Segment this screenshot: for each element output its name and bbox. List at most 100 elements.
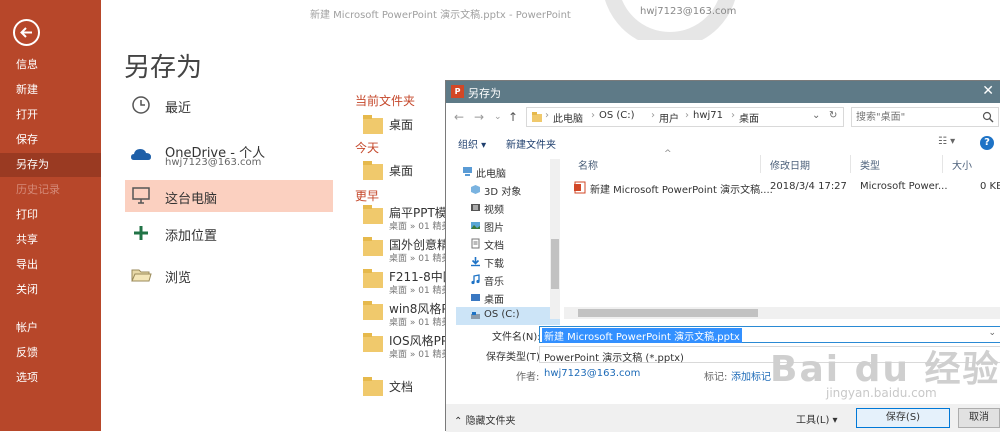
sidebar-item-close[interactable]: 关闭 (0, 278, 101, 302)
chevron-down-icon[interactable]: ⌄ (494, 112, 502, 122)
cloud-icon (131, 149, 151, 160)
dialog-title: 另存为 (468, 87, 501, 100)
window-title: 新建 Microsoft PowerPoint 演示文稿.pptx - Powe… (310, 10, 571, 21)
back-arrow-icon[interactable] (13, 19, 40, 46)
new-folder-button[interactable]: 新建文件夹 (506, 136, 556, 151)
pptx-file-icon (574, 181, 586, 194)
tags-value[interactable]: 添加标记 (731, 368, 771, 383)
sidebar-item-history: 历史记录 (16, 183, 60, 196)
close-icon[interactable]: ✕ (982, 83, 994, 99)
breadcrumb-item[interactable]: 此电脑 (553, 110, 583, 125)
breadcrumb-item[interactable]: OS (C:) (599, 110, 635, 121)
savetype-label: 保存类型(T): (486, 352, 544, 363)
clock-icon (132, 96, 150, 114)
address-bar[interactable]: › 此电脑 › OS (C:) › 用户 › hwj71 › 桌面 ⌄ ↻ (526, 107, 844, 127)
place-browse[interactable]: 浏览 (125, 259, 333, 291)
nav-item-videos[interactable]: 视频 (456, 199, 560, 217)
navigation-pane: 此电脑 3D 对象 视频 图片 文档 下载 音乐 桌面 OS (C:) (456, 159, 560, 325)
dialog-titlebar[interactable]: P 另存为 ✕ (446, 81, 1000, 103)
place-this-pc[interactable]: 这台电脑 (125, 180, 333, 212)
nav-item-music[interactable]: 音乐 (456, 271, 560, 289)
breadcrumb-item[interactable]: 用户 (659, 110, 679, 125)
nav-item-this-pc[interactable]: 此电脑 (456, 163, 560, 181)
sidebar-item-print[interactable]: 打印 (0, 203, 101, 227)
sidebar-item-info[interactable]: 信息 (0, 53, 101, 77)
sidebar-item-open[interactable]: 打开 (0, 103, 101, 127)
sidebar-item-account[interactable]: 帐户 (0, 316, 101, 340)
back-icon[interactable]: ← (454, 110, 464, 124)
folder-icon (532, 112, 542, 122)
cube-icon (471, 185, 480, 194)
hide-folders-label: 隐藏文件夹 (465, 416, 516, 427)
file-type: Microsoft Power... (860, 181, 948, 192)
place-label: 添加位置 (165, 229, 218, 244)
author-value[interactable]: hwj7123@163.com (544, 368, 640, 379)
download-icon (471, 257, 480, 267)
dropdown-icon[interactable]: ⌄ (812, 110, 820, 121)
place-add-location[interactable]: 添加位置 (125, 217, 333, 249)
save-button[interactable]: 保存(S) (856, 408, 950, 428)
help-icon[interactable]: ? (980, 136, 994, 150)
film-icon (471, 204, 480, 211)
nav-item-os-c[interactable]: OS (C:) (456, 307, 560, 325)
place-recent[interactable]: 最近 (125, 89, 333, 121)
nav-scrollbar[interactable] (550, 159, 560, 319)
filename-value: 新建 Microsoft PowerPoint 演示文稿.pptx (542, 328, 742, 343)
sidebar-item-save-as[interactable]: 另存为 (0, 153, 101, 177)
sidebar-item-feedback[interactable]: 反馈 (0, 341, 101, 365)
refresh-icon[interactable]: ↻ (829, 110, 837, 121)
sidebar-item-share[interactable]: 共享 (0, 228, 101, 252)
nav-item-3d-objects[interactable]: 3D 对象 (456, 181, 560, 199)
nav-item-desktop[interactable]: 桌面 (456, 289, 560, 307)
section-today: 今天 (355, 141, 380, 155)
sidebar-item-export[interactable]: 导出 (0, 253, 101, 277)
dialog-toolbar: 组织 ▾ 新建文件夹 ☷ ▾ ? (446, 133, 1000, 155)
folder-icon (363, 377, 383, 396)
cancel-button[interactable]: 取消 (958, 408, 1000, 428)
column-header-name[interactable]: 名称 (578, 157, 598, 172)
folder-icon (363, 205, 383, 224)
search-input[interactable] (852, 108, 972, 126)
file-list: 名称 ^ 修改日期 类型 大小 新建 Microsoft PowerPoint … (564, 149, 1000, 323)
file-list-scrollbar[interactable] (564, 307, 1000, 319)
document-icon (471, 238, 480, 249)
nav-item-pictures[interactable]: 图片 (456, 217, 560, 235)
forward-icon[interactable]: → (474, 110, 484, 124)
search-box[interactable] (851, 107, 999, 127)
hide-folders-toggle[interactable]: ⌃ 隐藏文件夹 (454, 412, 516, 427)
folder-path: 桌面 » 01 精美 (389, 254, 451, 264)
file-size: 0 KB (980, 181, 1000, 192)
column-header-size[interactable]: 大小 (952, 157, 972, 172)
folder-path: 桌面 » 01 精美 (389, 350, 451, 360)
view-options-icon[interactable]: ☷ ▾ (938, 136, 955, 147)
up-arrow-icon[interactable]: ↑ (508, 110, 518, 124)
place-label: 这台电脑 (165, 192, 218, 207)
computer-icon (463, 167, 472, 176)
folder-name: 桌面 (389, 164, 414, 178)
breadcrumb-item[interactable]: 桌面 (739, 110, 759, 125)
sort-arrow-icon: ^ (664, 149, 672, 159)
sidebar-item-new[interactable]: 新建 (0, 78, 101, 102)
author-label: 作者: (516, 372, 540, 383)
folder-icon (363, 333, 383, 352)
nav-item-documents[interactable]: 文档 (456, 235, 560, 253)
file-name: 新建 Microsoft PowerPoint 演示文稿.... (590, 185, 773, 196)
filename-label: 文件名(N): (492, 332, 541, 343)
section-earlier: 更早 (355, 189, 380, 203)
savetype-value: PowerPoint 演示文稿 (*.pptx) (544, 353, 684, 364)
organize-button[interactable]: 组织 ▾ (458, 136, 486, 151)
desktop-icon (471, 294, 480, 301)
sidebar-item-save[interactable]: 保存 (0, 128, 101, 152)
column-header-modified[interactable]: 修改日期 (770, 157, 810, 172)
folder-icon (363, 269, 383, 288)
folder-icon (363, 115, 383, 134)
tools-menu[interactable]: 工具(L) ▾ (796, 411, 838, 426)
breadcrumb-item[interactable]: hwj71 (693, 110, 723, 121)
file-row[interactable]: 新建 Microsoft PowerPoint 演示文稿.... 2018/3/… (574, 179, 1000, 197)
chevron-down-icon[interactable]: ⌄ (988, 328, 996, 338)
baidu-watermark-url: jingyan.baidu.com (826, 386, 937, 400)
nav-item-downloads[interactable]: 下载 (456, 253, 560, 271)
column-header-type[interactable]: 类型 (860, 157, 880, 172)
sidebar-item-options[interactable]: 选项 (0, 366, 101, 390)
place-onedrive[interactable]: OneDrive - 个人 hwj7123@163.com (125, 138, 333, 176)
